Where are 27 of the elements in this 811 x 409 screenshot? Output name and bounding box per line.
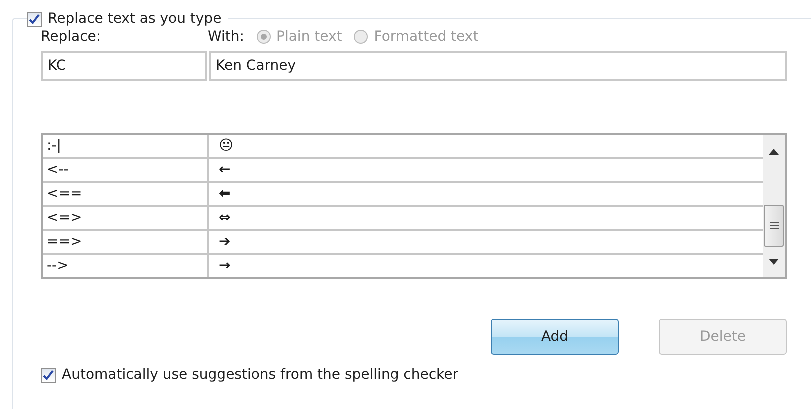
table-cell[interactable]: ➔ (209, 231, 763, 253)
table-cell[interactable]: <-- (43, 159, 209, 181)
table-cell[interactable]: :-| (43, 135, 209, 157)
checkbox[interactable] (27, 12, 42, 26)
with-field[interactable]: Ken Carney (209, 51, 787, 81)
dialog-button[interactable]: Add (491, 319, 619, 355)
replace-field[interactable]: KC (41, 51, 207, 81)
field-label: Replace: (41, 29, 102, 45)
checkbox-label: Automatically use suggestions from the spelling checker (62, 367, 459, 383)
table-cell[interactable]: ⇔ (209, 207, 763, 229)
checkbox[interactable] (41, 368, 56, 382)
field-label: With: (208, 29, 245, 45)
radio-label: Plain text (276, 29, 342, 45)
table-cell[interactable]: 😐 (209, 135, 763, 157)
checkbox-label: Replace text as you type (48, 11, 222, 27)
scrollbar[interactable] (763, 135, 785, 277)
table-cell[interactable]: ==> (43, 231, 209, 253)
scroll-thumb[interactable] (764, 205, 784, 247)
table-cell[interactable]: → (209, 255, 763, 277)
scroll-down-icon[interactable] (769, 259, 779, 265)
table-cell[interactable]: --> (43, 255, 209, 277)
table-cell[interactable]: ← (209, 159, 763, 181)
scroll-up-icon[interactable] (769, 149, 779, 155)
table-cell[interactable]: <=> (43, 207, 209, 229)
table-cell[interactable]: ⬅ (209, 183, 763, 205)
table-cell[interactable]: <== (43, 183, 209, 205)
radio-label: Formatted text (374, 29, 479, 45)
